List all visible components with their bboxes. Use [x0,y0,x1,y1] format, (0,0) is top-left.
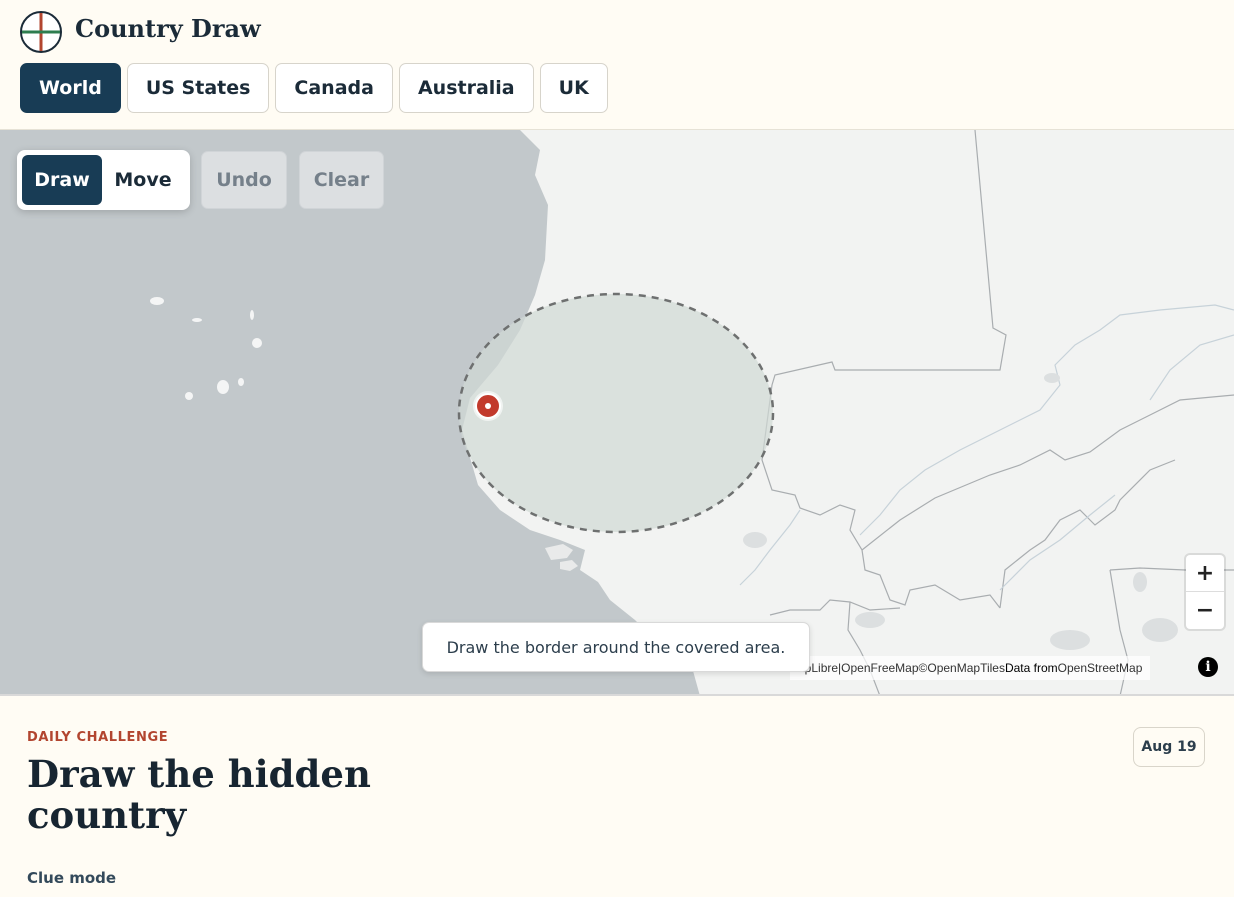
zoom-control: + − [1186,555,1224,629]
clue-mode-label: Clue mode [27,869,117,887]
attribution-data-from: Data from [1004,661,1058,675]
map-pin-marker[interactable] [473,391,503,421]
mode-toggle: Draw Move [17,150,190,210]
zoom-in-button[interactable]: + [1186,555,1224,592]
tab-us-states[interactable]: US States [126,63,270,113]
tab-australia[interactable]: Australia [398,63,534,113]
clear-button[interactable]: Clear [299,151,384,209]
info-icon[interactable]: i [1198,657,1218,677]
move-mode-button[interactable]: Move [102,155,184,205]
covered-area [457,292,775,534]
tab-canada[interactable]: Canada [275,63,393,113]
globe-logo-icon [20,11,62,53]
date-badge: Aug 19 [1133,727,1205,767]
tab-world[interactable]: World [20,63,121,113]
zoom-out-button[interactable]: − [1186,592,1224,629]
app-header: Country Draw World US States Canada Aust… [0,0,1234,130]
region-tabs: World US States Canada Australia UK [20,63,608,113]
attribution-copyright: © [918,661,928,675]
challenge-headline: Draw the hidden country [27,752,371,837]
app-title: Country Draw [75,14,261,43]
openmaptiles-link[interactable]: OpenMapTiles [927,661,1005,675]
openstreetmap-link[interactable]: OpenStreetMap [1058,661,1143,675]
challenge-kicker: DAILY CHALLENGE [27,730,169,745]
basemap [0,130,1234,694]
draw-mode-button[interactable]: Draw [22,155,102,205]
map-attribution: apLibre | OpenFreeMap © OpenMapTiles Dat… [790,656,1151,680]
openfreemap-link[interactable]: OpenFreeMap [841,661,918,675]
challenge-panel: DAILY CHALLENGE Draw the hidden country … [0,698,1234,897]
undo-button[interactable]: Undo [201,151,287,209]
tab-uk[interactable]: UK [539,63,608,113]
map-canvas[interactable]: Draw Move Undo Clear + − apLibre | OpenF… [0,130,1234,696]
hint-tooltip: Draw the border around the covered area. [422,622,810,672]
